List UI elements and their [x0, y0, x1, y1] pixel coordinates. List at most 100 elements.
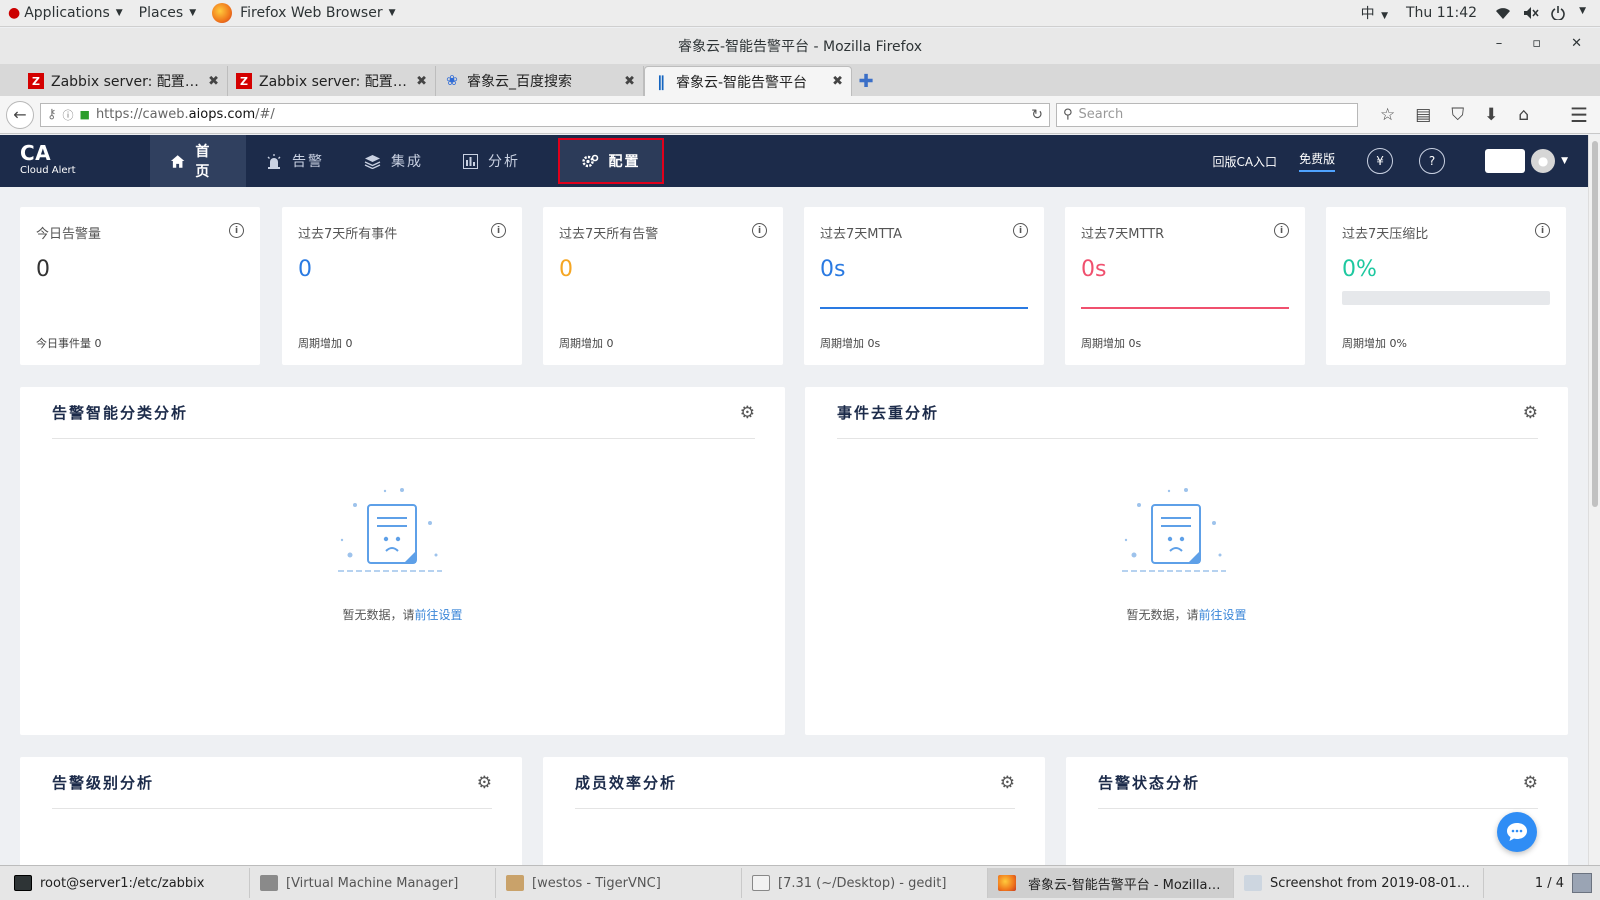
- url-bar[interactable]: ⚷ ⓘ ■ https://caweb.aiops.com/#/ ↻: [40, 102, 1050, 127]
- search-bar[interactable]: ⚲ Search: [1056, 102, 1358, 127]
- close-tab-icon[interactable]: ✖: [624, 74, 635, 89]
- browser-tab[interactable]: Z Zabbix server: 配置主... ✖: [228, 66, 436, 96]
- stat-card-mtta: 过去7天MTTA i 0s 周期增加 0s: [804, 207, 1044, 365]
- active-app-menu[interactable]: Firefox Web Browser ▼: [204, 0, 403, 27]
- empty-state: 暂无数据，请前往设置: [805, 606, 1568, 623]
- help-icon[interactable]: ?: [1419, 148, 1446, 174]
- task-label: 睿象云-智能告警平台 - Mozilla ...: [1028, 877, 1223, 893]
- nav-analysis[interactable]: 分析: [443, 135, 540, 187]
- stat-value: 0s: [1081, 257, 1107, 282]
- trend-line: [1081, 307, 1289, 309]
- gear-icon[interactable]: ⚙: [740, 403, 755, 423]
- info-icon[interactable]: i: [1013, 223, 1028, 238]
- nav-config[interactable]: 配置: [558, 138, 664, 184]
- task-tigervnc[interactable]: [westos - TigerVNC]: [496, 868, 742, 898]
- alarm-icon: [267, 153, 281, 169]
- task-screenshot[interactable]: Screenshot from 2019-08-01 ...: [1234, 868, 1484, 898]
- url-text[interactable]: https://caweb.aiops.com/#/: [96, 107, 1025, 122]
- nav-integrations[interactable]: 集成: [344, 135, 443, 187]
- reading-list-icon[interactable]: ▤: [1415, 105, 1431, 125]
- reload-icon[interactable]: ↻: [1031, 107, 1043, 123]
- go-settings-link[interactable]: 前往设置: [415, 608, 463, 622]
- avatar: ●: [1531, 149, 1556, 173]
- info-icon[interactable]: ⓘ: [63, 107, 74, 123]
- input-method-indicator[interactable]: 中 ▼: [1361, 3, 1388, 23]
- scrollbar-thumb[interactable]: [1592, 141, 1598, 507]
- home-icon[interactable]: ⌂: [1518, 105, 1529, 125]
- gear-icon[interactable]: ⚙: [1523, 403, 1538, 423]
- chat-button[interactable]: [1497, 812, 1537, 852]
- main-nav: 首页 告警 集成 分析 配置: [150, 135, 664, 187]
- old-version-link[interactable]: 回版CA入口: [1212, 153, 1277, 170]
- stat-value: 0: [559, 257, 573, 282]
- info-icon[interactable]: i: [1535, 223, 1550, 238]
- brand-logo[interactable]: CA Cloud Alert: [0, 135, 150, 187]
- applications-menu[interactable]: ● Applications ▼: [0, 0, 131, 27]
- window-title: 睿象云-智能告警平台 - Mozilla Firefox: [677, 39, 923, 55]
- yen-icon[interactable]: ¥: [1367, 148, 1394, 174]
- nav-alerts[interactable]: 告警: [246, 135, 344, 187]
- gear-icon[interactable]: ⚙: [1523, 773, 1538, 793]
- firefox-icon: [212, 3, 233, 23]
- task-virt-manager[interactable]: [Virtual Machine Manager]: [250, 868, 496, 898]
- task-label: Screenshot from 2019-08-01 ...: [1270, 875, 1473, 891]
- gear-icon[interactable]: ⚙: [477, 773, 492, 793]
- stat-footer: 周期增加 0: [298, 337, 353, 350]
- stat-footer: 今日事件量 0: [36, 337, 102, 350]
- tab-label: Zabbix server: 配置主...: [259, 74, 411, 90]
- lock-icon: ■: [79, 108, 90, 121]
- info-icon[interactable]: i: [1274, 223, 1289, 238]
- pocket-icon[interactable]: ⛉: [1451, 105, 1464, 125]
- new-tab-button[interactable]: ✚: [852, 66, 880, 96]
- stat-value: 0%: [1342, 257, 1377, 282]
- home-icon: [170, 154, 185, 168]
- gear-icon[interactable]: ⚙: [1000, 773, 1015, 793]
- bookmark-star-icon[interactable]: ☆: [1380, 105, 1395, 125]
- close-window-button[interactable]: ✕: [1571, 36, 1582, 51]
- redhat-icon: ●: [8, 5, 21, 21]
- empty-document-icon: [338, 488, 442, 572]
- task-label: root@server1:/etc/zabbix: [40, 875, 205, 891]
- empty-text: 暂无数据，请: [1126, 608, 1199, 622]
- active-app-label: Firefox Web Browser: [240, 5, 383, 21]
- browser-tab[interactable]: Z Zabbix server: 配置主... ✖: [20, 66, 228, 96]
- places-menu[interactable]: Places ▼: [131, 0, 204, 27]
- back-button[interactable]: ←: [6, 100, 34, 129]
- maximize-button[interactable]: ▫: [1532, 36, 1541, 51]
- system-status-icons[interactable]: ▼: [1495, 6, 1586, 20]
- go-settings-link[interactable]: 前往设置: [1199, 608, 1247, 622]
- nav-label: 分析: [488, 154, 520, 170]
- task-terminal[interactable]: root@server1:/etc/zabbix: [4, 868, 250, 898]
- close-tab-icon[interactable]: ✖: [208, 74, 219, 89]
- free-plan-link[interactable]: 免费版: [1299, 150, 1336, 172]
- menu-hamburger-icon[interactable]: ☰: [1570, 103, 1594, 127]
- task-firefox[interactable]: 睿象云-智能告警平台 - Mozilla ...: [988, 868, 1234, 898]
- close-tab-icon[interactable]: ✖: [832, 74, 843, 89]
- browser-tab[interactable]: ❀ 睿象云_百度搜索 ✖: [436, 66, 644, 96]
- minimize-button[interactable]: –: [1496, 36, 1503, 51]
- close-tab-icon[interactable]: ✖: [416, 74, 427, 89]
- info-icon[interactable]: i: [491, 223, 506, 238]
- tab-label: 睿象云-智能告警平台: [676, 74, 808, 91]
- power-icon: [1551, 6, 1565, 20]
- firefox-icon: [998, 875, 1016, 891]
- browser-tab-active[interactable]: ∥ 睿象云-智能告警平台 ✖: [644, 66, 852, 96]
- brand-name: CA: [20, 141, 52, 165]
- tab-label: 睿象云_百度搜索: [467, 74, 572, 90]
- info-icon[interactable]: i: [229, 223, 244, 238]
- tab-label: Zabbix server: 配置主...: [51, 74, 203, 90]
- clock[interactable]: Thu 11:42: [1406, 5, 1477, 21]
- stat-card-7d-events: 过去7天所有事件 i 0 周期增加 0: [282, 207, 522, 365]
- page-scrollbar[interactable]: [1588, 135, 1600, 865]
- workspace-indicator[interactable]: 1 / 4: [1527, 876, 1572, 891]
- panel-alert-status: 告警状态分析 ⚙: [1066, 757, 1568, 865]
- nav-home[interactable]: 首页: [150, 135, 246, 187]
- task-gedit[interactable]: [7.31 (~/Desktop) - gedit]: [742, 868, 988, 898]
- info-icon[interactable]: i: [752, 223, 767, 238]
- download-icon[interactable]: ⬇: [1484, 105, 1498, 125]
- stat-value: 0: [36, 257, 50, 282]
- user-menu[interactable]: ● ▼: [1485, 149, 1568, 173]
- empty-state: 暂无数据，请前往设置: [20, 606, 785, 623]
- workspace-switcher-icon[interactable]: [1572, 873, 1592, 893]
- identity-key-icon[interactable]: ⚷: [47, 107, 57, 122]
